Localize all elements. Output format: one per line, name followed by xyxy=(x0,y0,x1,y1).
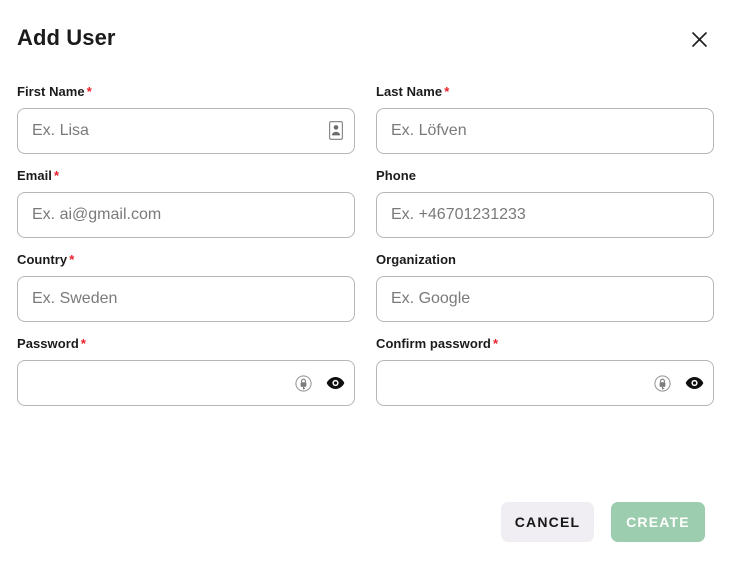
phone-input-wrap xyxy=(376,192,714,238)
first-name-label-text: First Name xyxy=(17,84,85,99)
password-label: Password * xyxy=(17,336,355,352)
confirm-password-label-text: Confirm password xyxy=(376,336,491,351)
form-row-password: Password * Confirm password * xyxy=(17,336,714,406)
create-button[interactable]: CREATE xyxy=(611,502,705,542)
confirm-password-input-wrap xyxy=(376,360,714,406)
field-organization: Organization xyxy=(376,252,714,322)
phone-input[interactable] xyxy=(376,192,714,238)
key-generate-password-icon[interactable] xyxy=(652,373,672,393)
phone-label: Phone xyxy=(376,168,714,184)
password-label-text: Password xyxy=(17,336,79,351)
close-icon xyxy=(691,31,708,48)
email-input-wrap xyxy=(17,192,355,238)
eye-show-password-icon[interactable] xyxy=(325,373,345,393)
organization-input-wrap xyxy=(376,276,714,322)
country-input[interactable] xyxy=(17,276,355,322)
close-button[interactable] xyxy=(686,26,712,52)
last-name-input-wrap xyxy=(376,108,714,154)
field-email: Email * xyxy=(17,168,355,238)
field-confirm-password: Confirm password * xyxy=(376,336,714,406)
field-phone: Phone xyxy=(376,168,714,238)
organization-label: Organization xyxy=(376,252,714,268)
required-asterisk: * xyxy=(53,168,60,183)
country-input-wrap xyxy=(17,276,355,322)
dialog-header: Add User xyxy=(0,0,732,72)
last-name-label-text: Last Name xyxy=(376,84,443,99)
first-name-input[interactable] xyxy=(17,108,355,154)
required-asterisk: * xyxy=(86,84,92,99)
field-password: Password * xyxy=(17,336,355,406)
dialog-footer: CANCEL CREATE xyxy=(0,502,732,542)
field-first-name: First Name * xyxy=(17,84,355,154)
password-input-wrap xyxy=(17,360,355,406)
cancel-button[interactable]: CANCEL xyxy=(501,502,594,542)
form-row-name: First Name* Last Name* xyxy=(17,84,714,154)
contact-card-autofill-icon[interactable] xyxy=(329,121,344,140)
page-title: Add User xyxy=(17,25,116,50)
email-label: Email * xyxy=(17,168,355,184)
form-row-location: Country* Organization xyxy=(17,252,714,322)
required-asterisk: * xyxy=(492,336,499,351)
key-generate-password-icon[interactable] xyxy=(293,373,313,393)
form-row-contact: Email* Phone xyxy=(17,168,714,238)
phone-label-text: Phone xyxy=(376,168,416,183)
country-label-text: Country xyxy=(17,252,68,267)
email-input[interactable] xyxy=(17,192,355,238)
required-asterisk: * xyxy=(80,336,86,351)
required-asterisk: * xyxy=(444,84,450,99)
country-label: Country * xyxy=(17,252,355,268)
field-country: Country * xyxy=(17,252,355,322)
organization-label-text: Organization xyxy=(376,252,457,267)
add-user-dialog: Add User First Name * Ex. Lisa Last Name… xyxy=(0,0,732,566)
eye-show-password-icon[interactable] xyxy=(684,373,704,393)
first-name-label: First Name * xyxy=(17,84,355,100)
confirm-password-input-icons xyxy=(652,360,704,406)
first-name-input-wrap xyxy=(17,108,355,154)
organization-input[interactable] xyxy=(376,276,714,322)
last-name-input[interactable] xyxy=(376,108,714,154)
password-input-icons xyxy=(293,360,345,406)
last-name-label: Last Name * xyxy=(376,84,714,100)
required-asterisk: * xyxy=(69,252,75,267)
field-last-name: Last Name * xyxy=(376,84,714,154)
email-label-text: Email xyxy=(17,168,52,183)
add-user-form: First Name* Last Name* xyxy=(17,84,714,420)
confirm-password-label: Confirm password * xyxy=(376,336,714,352)
